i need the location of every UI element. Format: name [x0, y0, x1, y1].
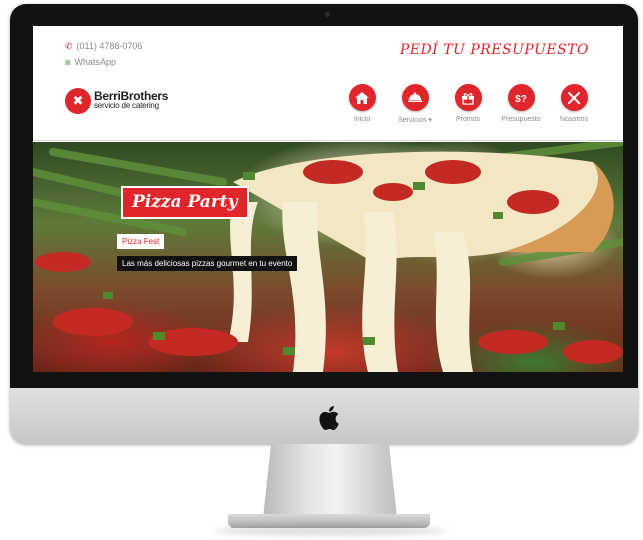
- nav-item-inicio[interactable]: Inicio: [341, 84, 383, 124]
- nav-label: Servicios ▾: [398, 117, 432, 124]
- website-screen: ✆ (011) 4788-0706 ◙ WhatsApp PEDÍ TU PRE…: [33, 26, 623, 372]
- hero-title: Pizza Party: [121, 186, 249, 219]
- home-icon: [348, 84, 376, 111]
- money-icon: $?: [507, 84, 535, 111]
- nav-item-presupuesto[interactable]: $? Presupuesto: [497, 84, 545, 124]
- svg-text:$?: $?: [515, 94, 527, 105]
- nav-label: Presupuesto: [501, 116, 541, 123]
- nav-item-nosotros[interactable]: Nosotros: [553, 84, 595, 124]
- camera-icon: [325, 12, 330, 17]
- hero-tag: Pizza Fest: [117, 234, 165, 249]
- quote-cta-link[interactable]: PEDÍ TU PRESUPUESTO: [400, 42, 589, 58]
- brand-tagline: servicio de catering: [94, 101, 159, 110]
- nav-label: Nosotros: [559, 116, 588, 123]
- main-nav: Inicio Servicios ▾ Promos $? Presupuesto…: [341, 84, 595, 124]
- nav-item-servicios[interactable]: Servicios ▾: [391, 84, 439, 124]
- whatsapp-contact[interactable]: ◙ WhatsApp: [65, 54, 142, 70]
- gift-icon: [454, 84, 482, 111]
- apple-logo-icon: [319, 406, 339, 431]
- contact-info: ✆ (011) 4788-0706 ◙ WhatsApp: [65, 38, 142, 70]
- phone-icon: ✆: [65, 41, 73, 51]
- utensils-icon: [560, 84, 588, 111]
- imac-stand: [263, 444, 397, 518]
- hero-slider[interactable]: Pizza Party Pizza Fest Las más deliciosa…: [33, 142, 623, 372]
- header-divider: [33, 140, 623, 141]
- phone-number: (011) 4788-0706: [76, 41, 143, 51]
- phone-contact[interactable]: ✆ (011) 4788-0706: [65, 38, 142, 54]
- hero-description: Las más deliciosas pizzas gourmet en tu …: [117, 256, 298, 271]
- cloche-icon: [401, 84, 429, 111]
- nav-item-promos[interactable]: Promos: [447, 84, 489, 124]
- stand-shadow: [214, 526, 446, 536]
- chef-logo-icon: ✖: [65, 88, 91, 114]
- nav-label: Promos: [455, 116, 481, 123]
- nav-label: Inicio: [353, 116, 371, 123]
- brand-name: BerriBrothers: [94, 89, 169, 103]
- whatsapp-label: WhatsApp: [74, 57, 116, 67]
- whatsapp-icon: ◙: [65, 57, 71, 67]
- brand-logo-link[interactable]: ✖ BerriBrothers servicio de catering: [65, 88, 168, 114]
